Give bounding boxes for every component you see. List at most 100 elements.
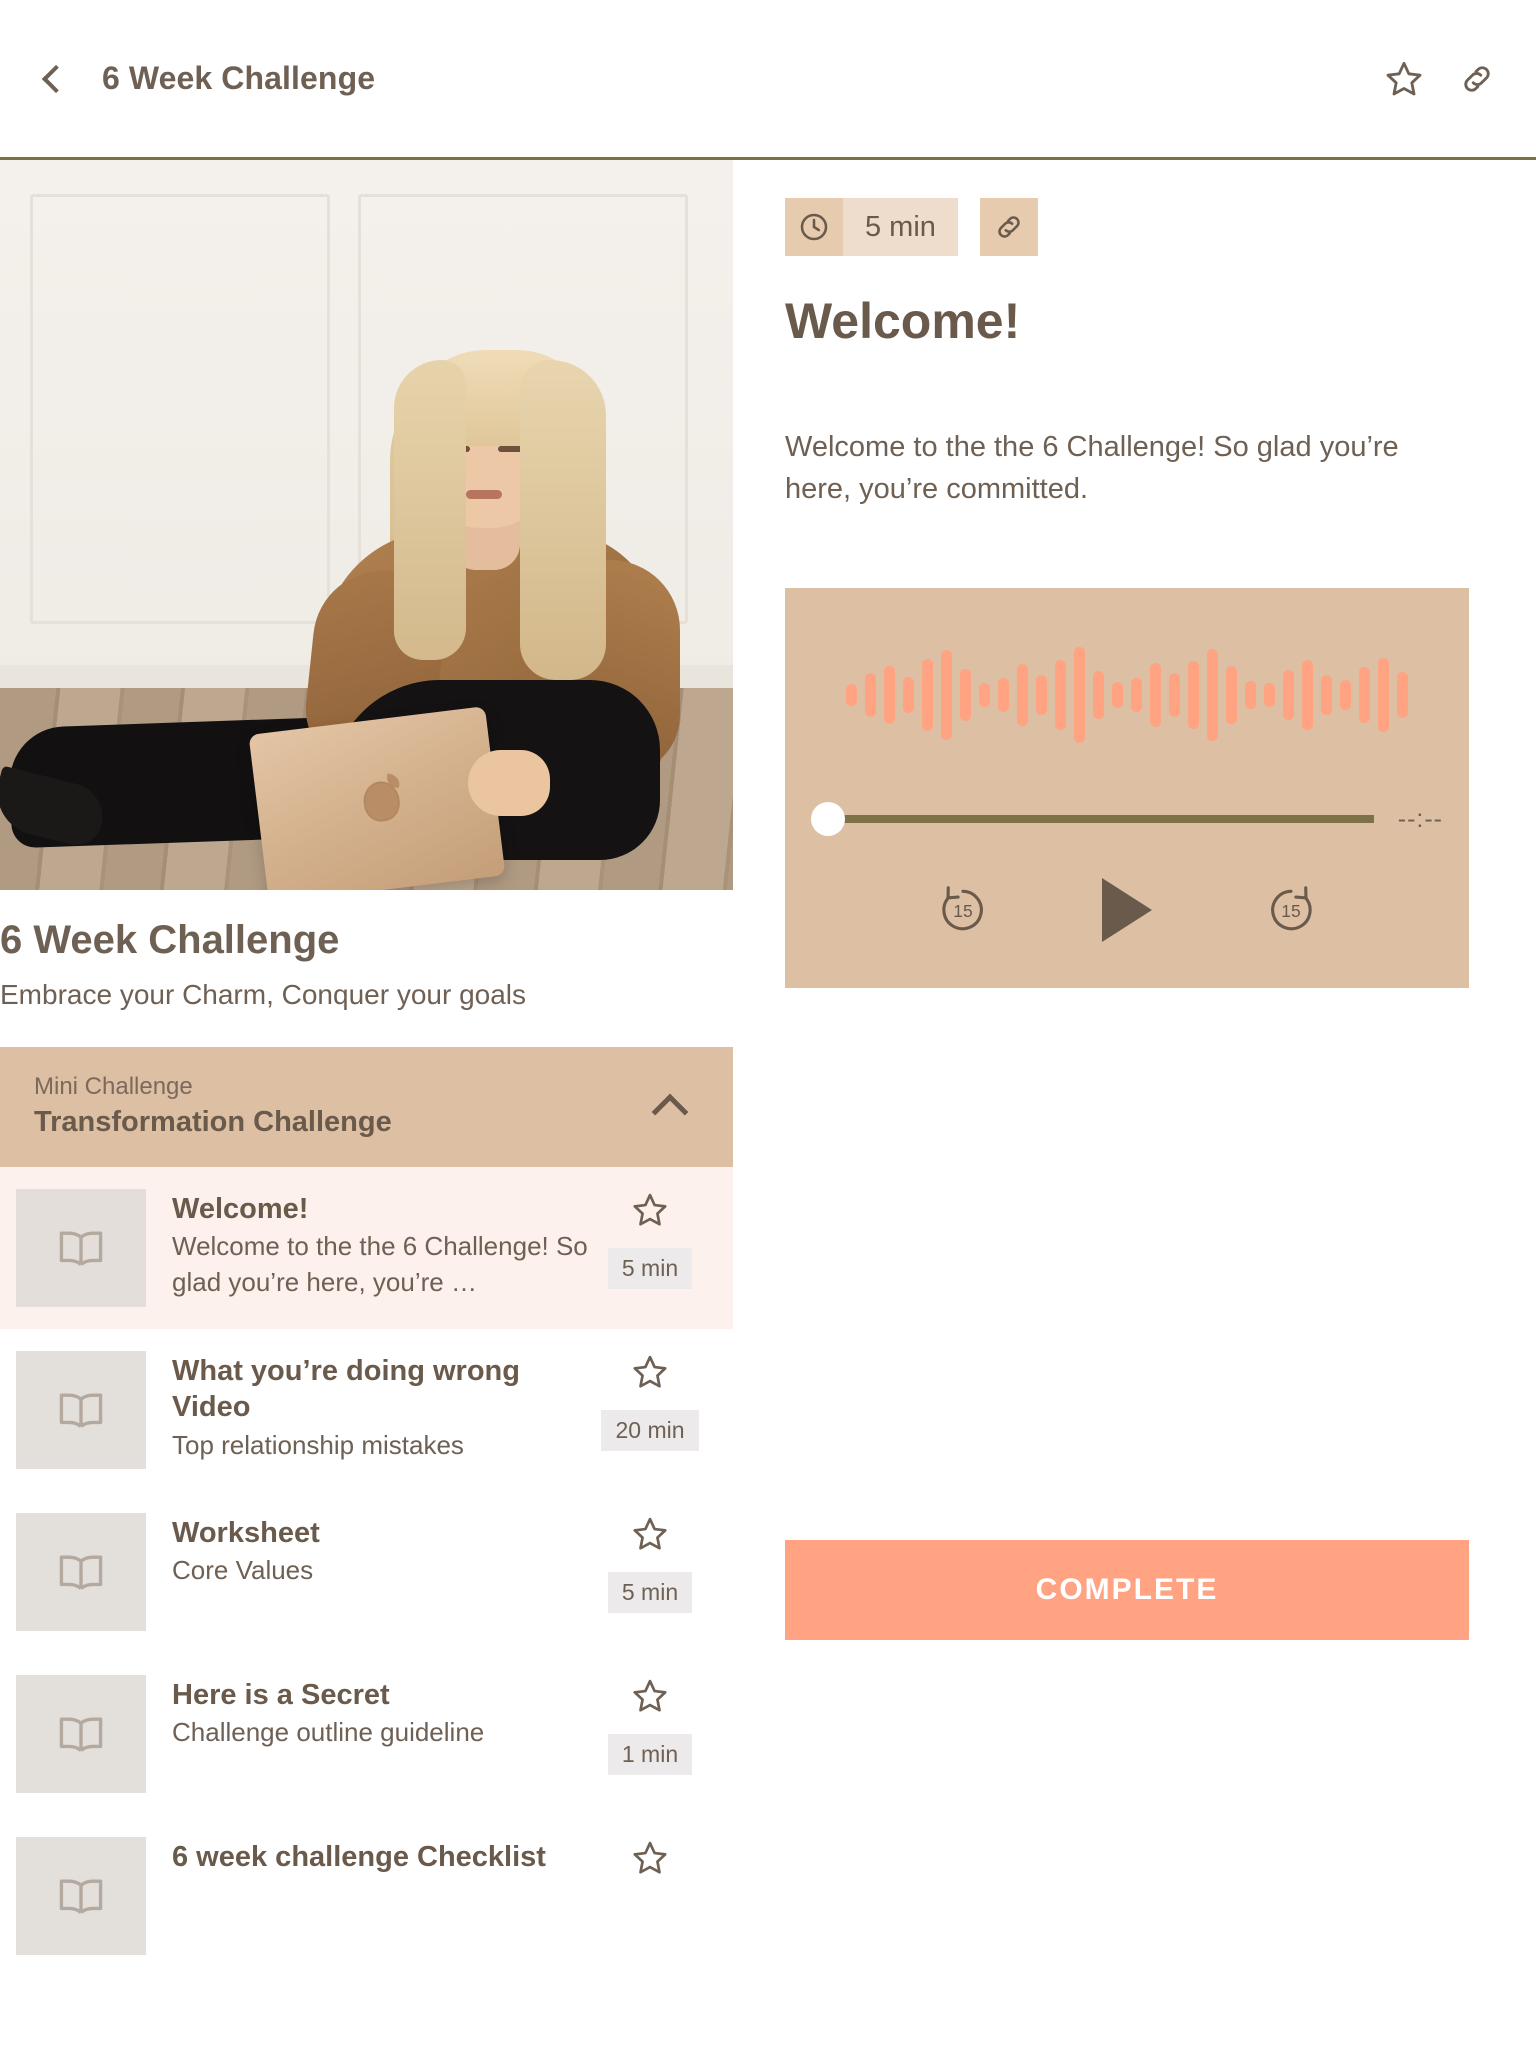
audio-waveform bbox=[785, 640, 1469, 750]
waveform-bar bbox=[1226, 666, 1237, 725]
lesson-list-item[interactable]: 6 week challenge Checklist bbox=[0, 1815, 733, 1977]
waveform-bar bbox=[1283, 670, 1294, 721]
lesson-duration-chip: 20 min bbox=[601, 1410, 699, 1451]
waveform-bar bbox=[884, 666, 895, 725]
hero-laptop bbox=[248, 706, 506, 890]
lesson-item-title: 6 week challenge Checklist bbox=[172, 1841, 546, 1873]
section-header-texts: Mini Challenge Transformation Challenge bbox=[34, 1072, 657, 1142]
lesson-text-block: Welcome! Welcome to the the 6 Challenge! … bbox=[172, 1189, 591, 1300]
waveform-bar bbox=[1359, 667, 1370, 724]
audio-player: --:-- 15 15 bbox=[785, 588, 1469, 989]
lesson-item-description: Top relationship mistakes bbox=[172, 1429, 464, 1460]
audio-controls: 15 15 bbox=[785, 878, 1469, 943]
play-button[interactable] bbox=[1102, 878, 1152, 943]
apple-logo-icon bbox=[361, 779, 402, 824]
lesson-favorite-button[interactable] bbox=[631, 1353, 669, 1396]
waveform-bar bbox=[960, 669, 971, 722]
lesson-favorite-button[interactable] bbox=[631, 1515, 669, 1558]
share-link-button[interactable] bbox=[1458, 60, 1496, 98]
hero-hand bbox=[468, 750, 550, 816]
star-outline-icon bbox=[1386, 61, 1422, 95]
waveform-bar bbox=[1264, 683, 1275, 708]
hero-hair-strand bbox=[394, 360, 466, 660]
lesson-duration-chip: 5 min bbox=[607, 1248, 693, 1289]
hero-mouth bbox=[466, 490, 502, 499]
waveform-bar bbox=[1036, 675, 1047, 716]
favorite-button[interactable] bbox=[1384, 59, 1424, 99]
star-outline-icon bbox=[633, 1679, 667, 1712]
lesson-duration-chip: 5 min bbox=[607, 1572, 693, 1613]
lesson-favorite-button[interactable] bbox=[631, 1191, 669, 1234]
chevron-up-icon[interactable] bbox=[651, 1093, 689, 1131]
hero-wall-panel bbox=[30, 194, 330, 624]
book-open-icon bbox=[59, 1231, 103, 1266]
app-header: 6 Week Challenge bbox=[0, 0, 1536, 160]
waveform-bar bbox=[1378, 658, 1389, 733]
page-body: 6 Week Challenge Embrace your Charm, Con… bbox=[0, 160, 1536, 2045]
book-open-icon bbox=[59, 1717, 103, 1752]
lesson-list-item[interactable]: Here is a Secret Challenge outline guidel… bbox=[0, 1653, 733, 1815]
waveform-bar bbox=[1093, 671, 1104, 720]
lesson-list-item[interactable]: Worksheet Core Values 5 min bbox=[0, 1491, 733, 1653]
duration-text: 5 min bbox=[843, 198, 958, 256]
waveform-bar bbox=[1321, 675, 1332, 716]
lesson-item-title: Welcome! bbox=[172, 1193, 309, 1225]
lesson-item-actions: 5 min bbox=[591, 1189, 709, 1289]
clock-icon-box bbox=[785, 198, 843, 256]
waveform-bar bbox=[1131, 678, 1142, 713]
section-name: Transformation Challenge bbox=[34, 1106, 392, 1139]
lesson-item-actions: 5 min bbox=[591, 1513, 709, 1613]
link-icon bbox=[998, 216, 1020, 238]
waveform-bar bbox=[998, 678, 1009, 713]
lesson-thumbnail bbox=[16, 1189, 146, 1307]
waveform-bar bbox=[846, 684, 857, 707]
waveform-bar bbox=[1340, 680, 1351, 711]
lesson-favorite-button[interactable] bbox=[631, 1677, 669, 1720]
seek-thumb[interactable] bbox=[811, 802, 845, 837]
lesson-meta-row: 5 min bbox=[785, 198, 1486, 256]
waveform-bar bbox=[1055, 660, 1066, 731]
lesson-list-item[interactable]: Welcome! Welcome to the the 6 Challenge! … bbox=[0, 1167, 733, 1329]
star-outline-icon bbox=[633, 1355, 667, 1388]
waveform-bar bbox=[1302, 660, 1313, 731]
lesson-text-block: Here is a Secret Challenge outline guidel… bbox=[172, 1675, 591, 1751]
star-outline-icon bbox=[633, 1193, 667, 1226]
book-open-icon bbox=[59, 1393, 103, 1428]
current-time-label: --:-- bbox=[1397, 804, 1443, 833]
lesson-duration-chip: 1 min bbox=[607, 1734, 693, 1775]
lesson-thumbnail bbox=[16, 1837, 146, 1955]
link-icon bbox=[1464, 65, 1490, 92]
course-subtitle: Embrace your Charm, Conquer your goals bbox=[0, 979, 527, 1010]
forward-15-button[interactable]: 15 bbox=[1260, 879, 1322, 941]
back-button[interactable] bbox=[40, 49, 84, 109]
clock-icon bbox=[800, 213, 828, 241]
waveform-bar bbox=[903, 677, 914, 714]
section-kicker: Mini Challenge bbox=[34, 1073, 193, 1101]
waveform-bar bbox=[865, 673, 876, 718]
course-title: 6 Week Challenge bbox=[0, 918, 340, 962]
header-actions bbox=[1384, 59, 1496, 99]
lesson-list: Welcome! Welcome to the the 6 Challenge! … bbox=[0, 1167, 733, 1977]
chevron-left-icon bbox=[41, 64, 71, 93]
lesson-item-actions: 20 min bbox=[591, 1351, 709, 1451]
waveform-bar bbox=[1188, 661, 1199, 730]
complete-button[interactable]: COMPLETE bbox=[785, 1540, 1469, 1640]
section-header-transformation-challenge[interactable]: Mini Challenge Transformation Challenge bbox=[0, 1047, 733, 1167]
waveform-bar bbox=[1169, 673, 1180, 718]
lesson-item-title: Here is a Secret bbox=[172, 1679, 390, 1711]
lesson-item-actions: 1 min bbox=[591, 1675, 709, 1775]
lesson-list-item[interactable]: What you’re doing wrong Video Top relatio… bbox=[0, 1329, 733, 1491]
page-title: 6 Week Challenge bbox=[102, 60, 376, 96]
star-outline-icon bbox=[633, 1841, 667, 1874]
seek-track[interactable] bbox=[839, 815, 1374, 824]
rewind-15-button[interactable]: 15 bbox=[932, 879, 994, 941]
detail-share-button[interactable] bbox=[979, 198, 1038, 256]
lesson-favorite-button[interactable] bbox=[631, 1839, 669, 1882]
course-hero-image bbox=[0, 160, 733, 890]
lesson-item-description: Core Values bbox=[172, 1555, 314, 1586]
hero-hair-strand bbox=[520, 360, 606, 680]
svg-text:15: 15 bbox=[1281, 901, 1300, 921]
waveform-bar bbox=[1150, 663, 1161, 728]
lesson-heading: Welcome! bbox=[785, 293, 1021, 349]
lesson-thumbnail bbox=[16, 1675, 146, 1793]
